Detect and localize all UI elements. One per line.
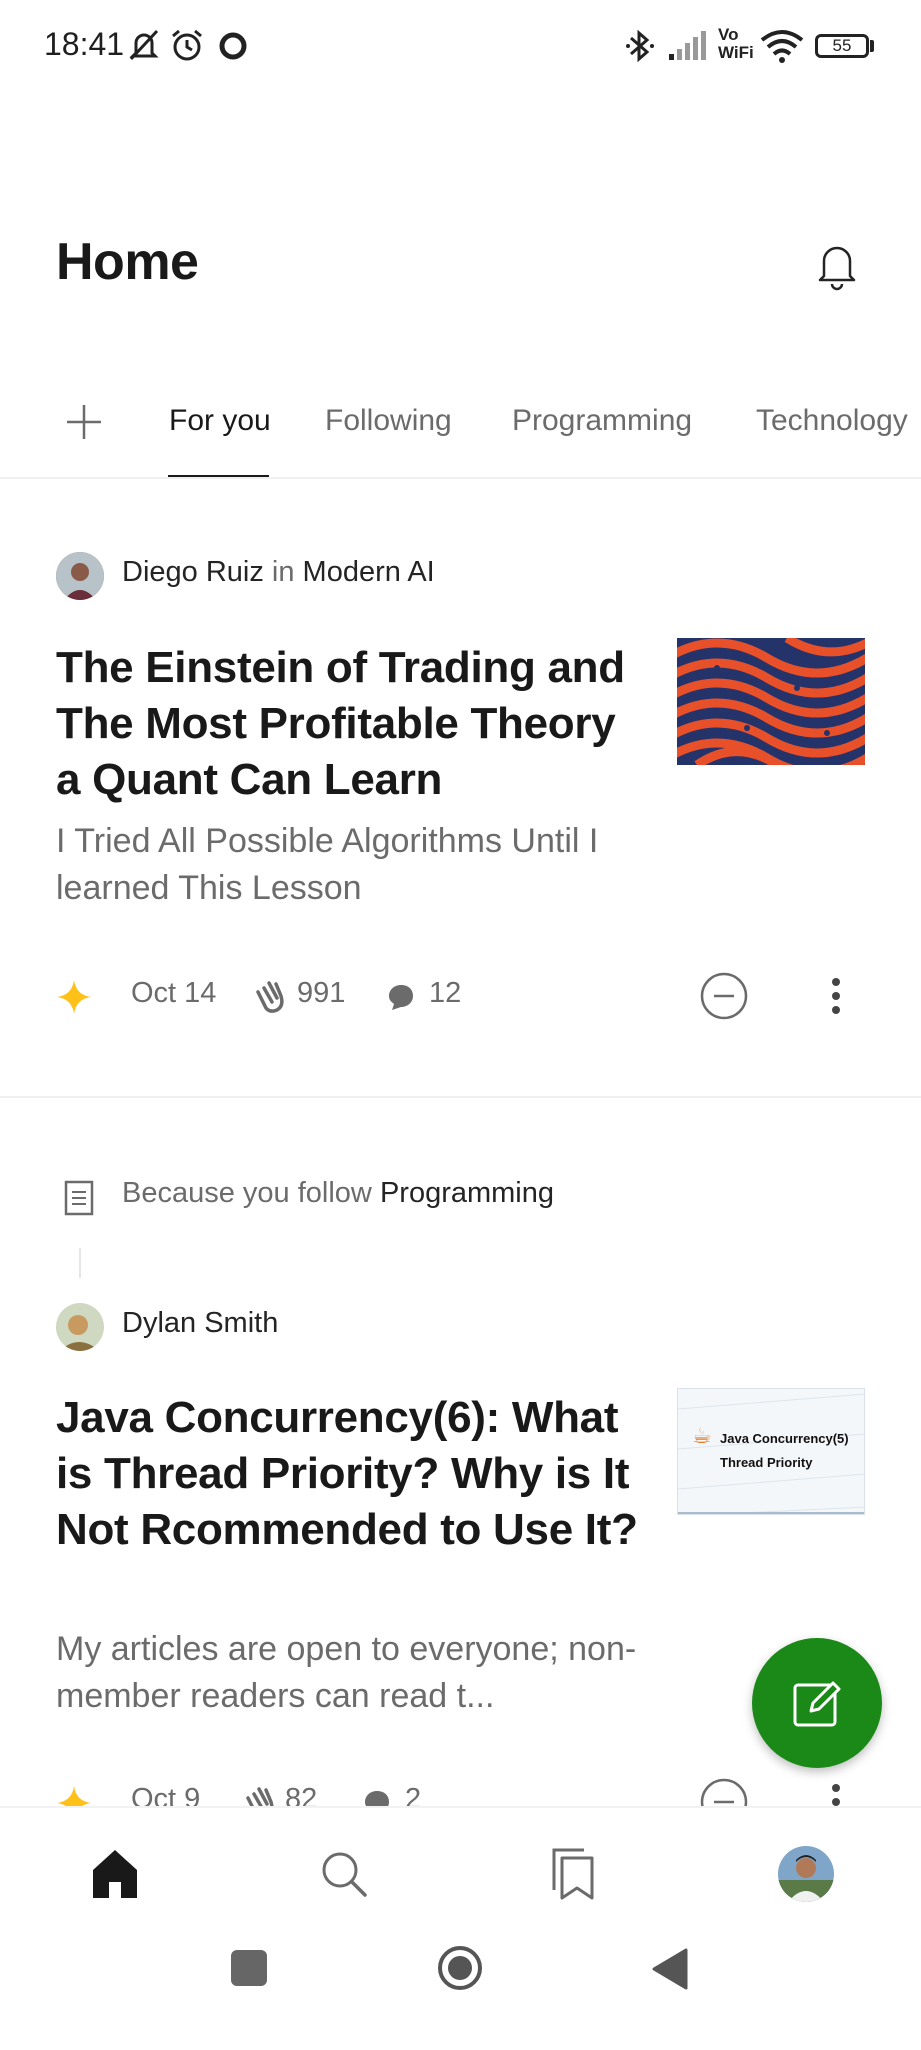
article-thumbnail[interactable] bbox=[677, 638, 865, 765]
tab-technology[interactable]: Technology bbox=[756, 404, 908, 438]
article-subtitle[interactable]: I Tried All Possible Algorithms Until I … bbox=[56, 818, 646, 912]
reason-prefix: Because you follow bbox=[122, 1177, 372, 1209]
recommendation-reason: Because you follow Programming bbox=[122, 1177, 554, 1210]
bottom-navigation bbox=[0, 1806, 921, 2050]
tabs-divider bbox=[0, 477, 921, 479]
search-icon[interactable] bbox=[320, 1850, 368, 1898]
article-title[interactable]: The Einstein of Trading and The Most Pro… bbox=[56, 640, 646, 808]
author-name[interactable]: Dylan Smith bbox=[122, 1307, 278, 1340]
author-avatar[interactable] bbox=[56, 1303, 104, 1351]
thumbnail-text-line1: Java Concurrency(5) bbox=[720, 1431, 849, 1446]
show-less-icon[interactable] bbox=[699, 971, 749, 1021]
clap-count: 991 bbox=[297, 977, 346, 1009]
comment-count: 12 bbox=[429, 977, 462, 1009]
alarm-icon bbox=[172, 29, 202, 61]
profile-avatar[interactable] bbox=[778, 1846, 834, 1902]
article-subtitle[interactable]: My articles are open to everyone; non-me… bbox=[56, 1626, 646, 1720]
thread-line bbox=[79, 1248, 81, 1278]
wifi-icon bbox=[760, 30, 804, 63]
clap-icon[interactable] bbox=[250, 978, 288, 1014]
author-line: Diego Ruiz in Modern AI bbox=[122, 556, 435, 589]
vowifi-bottom-label: WiFi bbox=[718, 43, 754, 62]
edit-icon bbox=[793, 1681, 841, 1727]
page-title: Home bbox=[56, 233, 199, 291]
vowifi-top-label: Vo bbox=[718, 25, 739, 44]
thumbnail-text-line2: Thread Priority bbox=[720, 1455, 813, 1470]
home-button[interactable] bbox=[436, 1944, 484, 1992]
tab-following[interactable]: Following bbox=[325, 404, 452, 438]
back-button[interactable] bbox=[650, 1948, 688, 1990]
document-icon bbox=[64, 1180, 94, 1216]
status-time: 18:41 bbox=[44, 26, 125, 62]
signal-icon bbox=[669, 31, 706, 60]
battery-tip bbox=[870, 40, 874, 52]
home-icon[interactable] bbox=[91, 1848, 139, 1900]
feed-divider bbox=[0, 1096, 921, 1098]
vowifi-icon: Vo WiFi bbox=[718, 26, 754, 62]
circle-icon bbox=[219, 32, 247, 60]
star-icon bbox=[57, 980, 91, 1014]
in-label: in bbox=[271, 556, 295, 588]
bluetooth-icon bbox=[626, 29, 654, 63]
tab-programming[interactable]: Programming bbox=[512, 404, 692, 438]
more-options-icon[interactable] bbox=[828, 976, 844, 1018]
tab-for-you[interactable]: For you bbox=[169, 404, 271, 438]
article-thumbnail[interactable]: ☕ Java Concurrency(5) Thread Priority bbox=[677, 1388, 865, 1515]
reason-topic[interactable]: Programming bbox=[380, 1177, 554, 1209]
write-story-button[interactable] bbox=[752, 1638, 882, 1768]
recents-button[interactable] bbox=[231, 1950, 267, 1986]
comment-icon[interactable] bbox=[386, 982, 416, 1012]
battery-level: 55 bbox=[832, 36, 852, 55]
bell-icon[interactable] bbox=[812, 238, 862, 292]
author-name[interactable]: Diego Ruiz bbox=[122, 556, 264, 588]
author-avatar[interactable] bbox=[56, 552, 104, 600]
publication-name[interactable]: Modern AI bbox=[303, 556, 435, 588]
publish-date: Oct 14 bbox=[131, 977, 217, 1009]
mute-bell-icon bbox=[129, 29, 159, 61]
battery-icon: 55 bbox=[815, 34, 869, 58]
article-title[interactable]: Java Concurrency(6): What is Thread Prio… bbox=[56, 1390, 646, 1558]
plus-icon[interactable] bbox=[64, 402, 104, 442]
java-cup-icon: ☕ bbox=[692, 1423, 712, 1448]
bookmarks-icon[interactable] bbox=[550, 1848, 596, 1900]
